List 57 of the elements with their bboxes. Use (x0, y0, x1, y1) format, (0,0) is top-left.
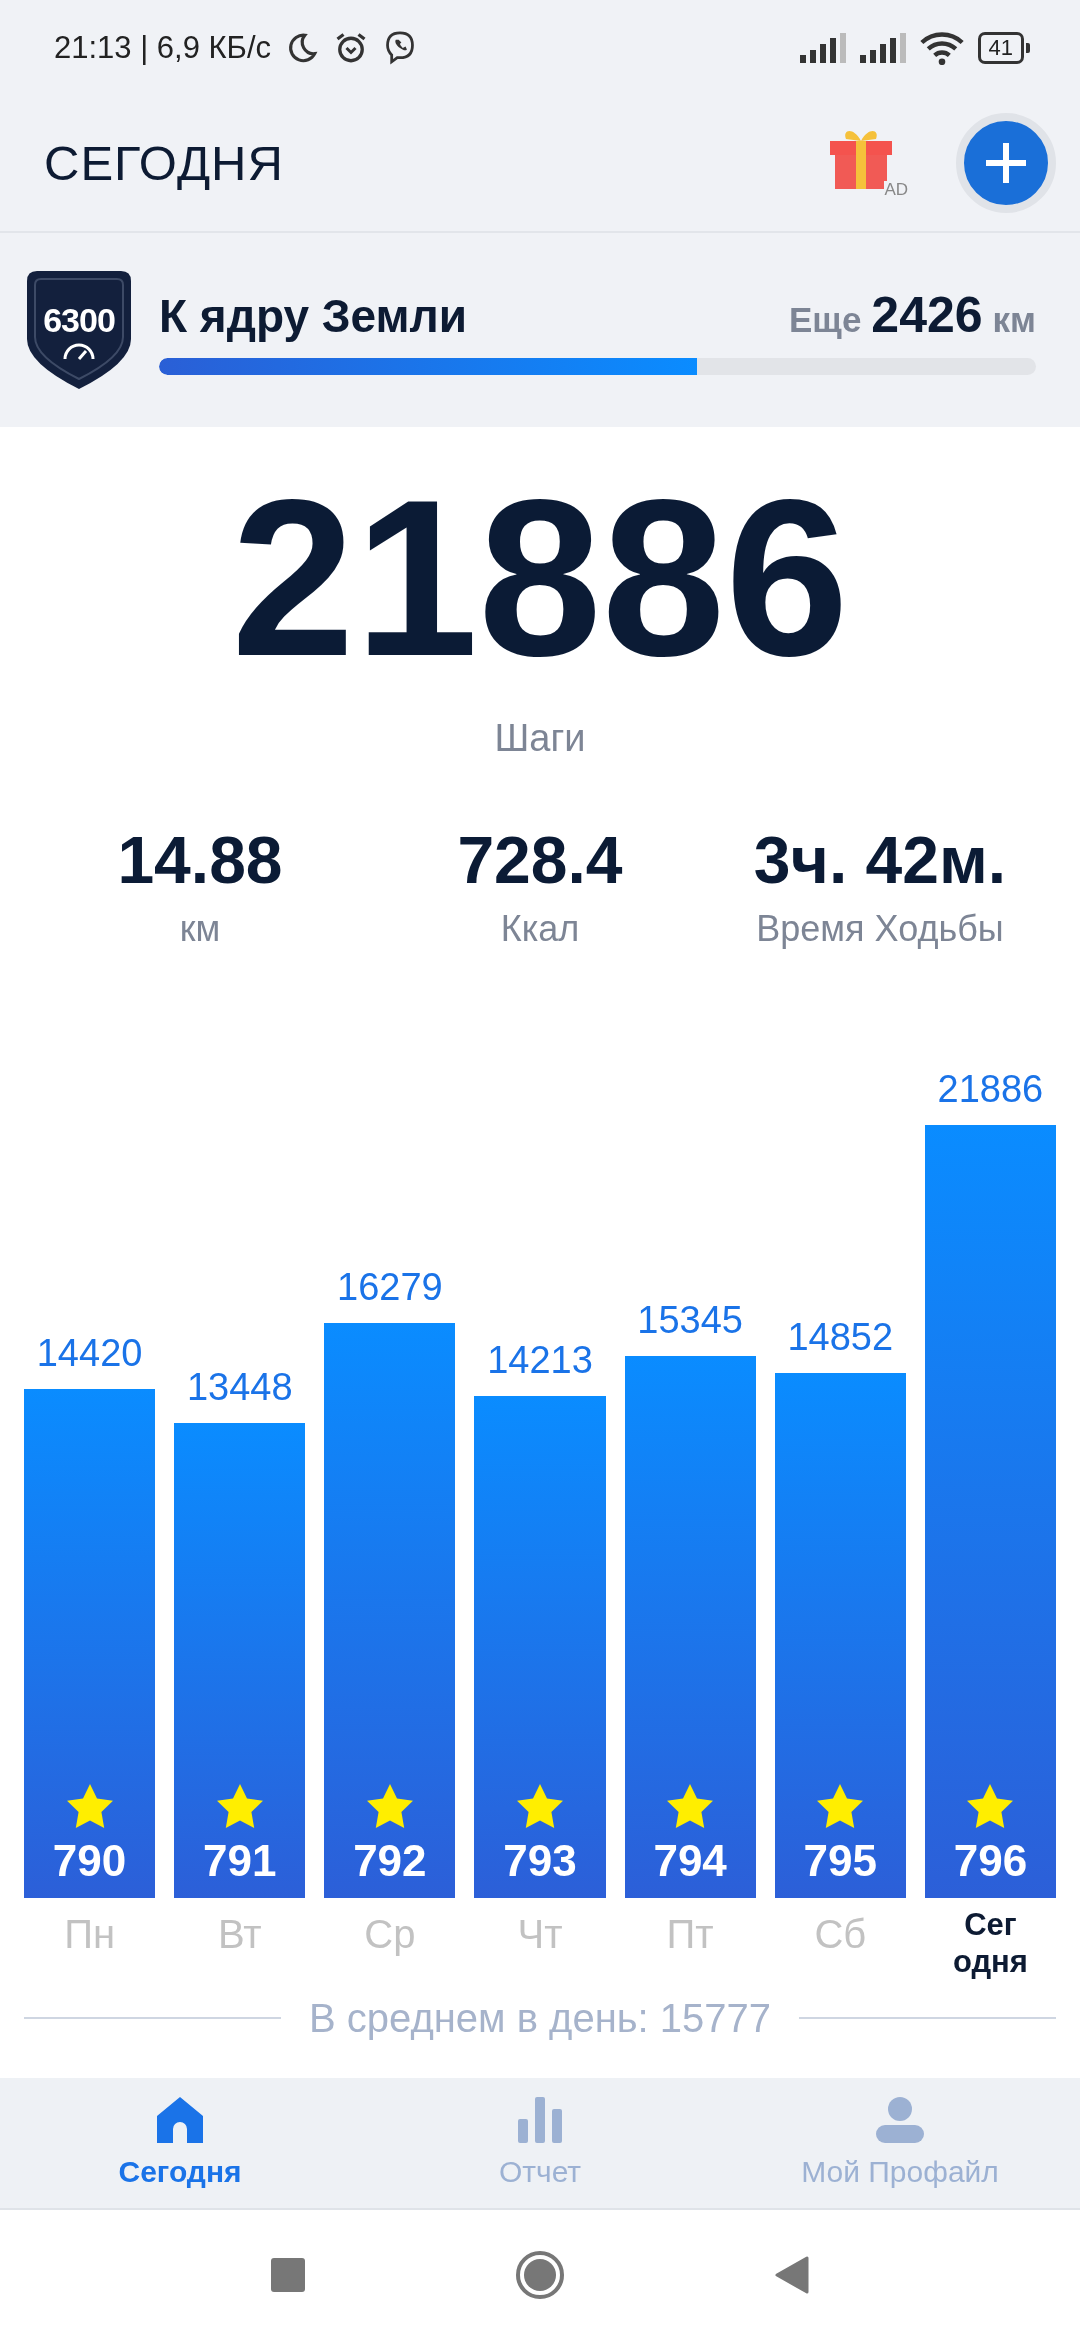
bar-value-label: 21886 (937, 1068, 1044, 1111)
day-label: Сег одня (952, 1906, 1028, 1980)
star-icon (816, 1784, 865, 1830)
bar-value-label: 14420 (36, 1331, 143, 1375)
day-label: Сб (814, 1911, 867, 1958)
stat-value: 14.88 (117, 822, 283, 898)
gift-button[interactable]: AD (828, 127, 908, 199)
stat-value: 728.4 (457, 822, 623, 898)
level-badge: 6300 (27, 271, 131, 389)
bar-badge-number: 792 (353, 1836, 427, 1886)
bar-value-label: 14852 (787, 1316, 894, 1360)
star-icon (516, 1784, 564, 1830)
wifi-icon (919, 30, 964, 65)
screen-title: СЕГОДНЯ (44, 135, 285, 191)
star-icon (966, 1784, 1015, 1830)
goal-title: К ядру Земли (159, 288, 469, 343)
daily-average: В среднем в день: 15777 (309, 1995, 771, 2041)
day-label: Вт (217, 1911, 262, 1958)
status-time: 21:13 | 6,9 КБ/с (54, 29, 272, 66)
plus-icon (984, 141, 1028, 185)
steps-label: Шаги (494, 717, 586, 760)
star-icon (365, 1784, 414, 1830)
distance-unit: км (992, 299, 1036, 340)
stat-label: Ккал (500, 908, 580, 950)
step-count: 21886 (231, 467, 849, 689)
bar-value-label: 16279 (337, 1266, 443, 1310)
day-label: Чт (517, 1911, 563, 1958)
bar-badge-number: 794 (653, 1836, 727, 1886)
day-label: Пн (64, 1911, 115, 1958)
stat-label: Время Ходьбы (756, 908, 1004, 950)
star-icon (215, 1784, 264, 1830)
bar-badge-number: 790 (52, 1836, 127, 1886)
bar-value-label: 15345 (637, 1299, 743, 1343)
back-button[interactable] (775, 2256, 809, 2294)
star-icon (65, 1784, 114, 1830)
bar-value-label: 13448 (186, 1366, 293, 1410)
remaining-label: Еще (789, 299, 862, 340)
profile-icon (876, 2097, 924, 2143)
bar-badge-number: 793 (503, 1836, 577, 1886)
stat-label: км (179, 908, 221, 950)
home-icon (157, 2097, 203, 2143)
bar-badge-number: 791 (203, 1836, 277, 1886)
remaining-distance: 2426 (871, 285, 983, 344)
stat-value: 3ч. 42м. (753, 822, 1007, 898)
signal-icon (859, 32, 906, 63)
bar-badge-number: 795 (803, 1836, 877, 1886)
bar-chart-icon (518, 2097, 562, 2143)
nav-tab[interactable]: Отчет (360, 2078, 720, 2208)
star-icon (666, 1784, 715, 1830)
home-button[interactable] (515, 2250, 565, 2300)
day-label: Ср (364, 1911, 416, 1958)
signal-icon (799, 32, 846, 63)
day-label: Пт (666, 1911, 714, 1958)
nav-tab[interactable]: Мой Профайл (720, 2078, 1080, 2208)
bar-value-label: 14213 (487, 1339, 593, 1382)
bar-badge-number: 796 (953, 1836, 1028, 1886)
nav-tab[interactable]: Сегодня (0, 2078, 360, 2208)
